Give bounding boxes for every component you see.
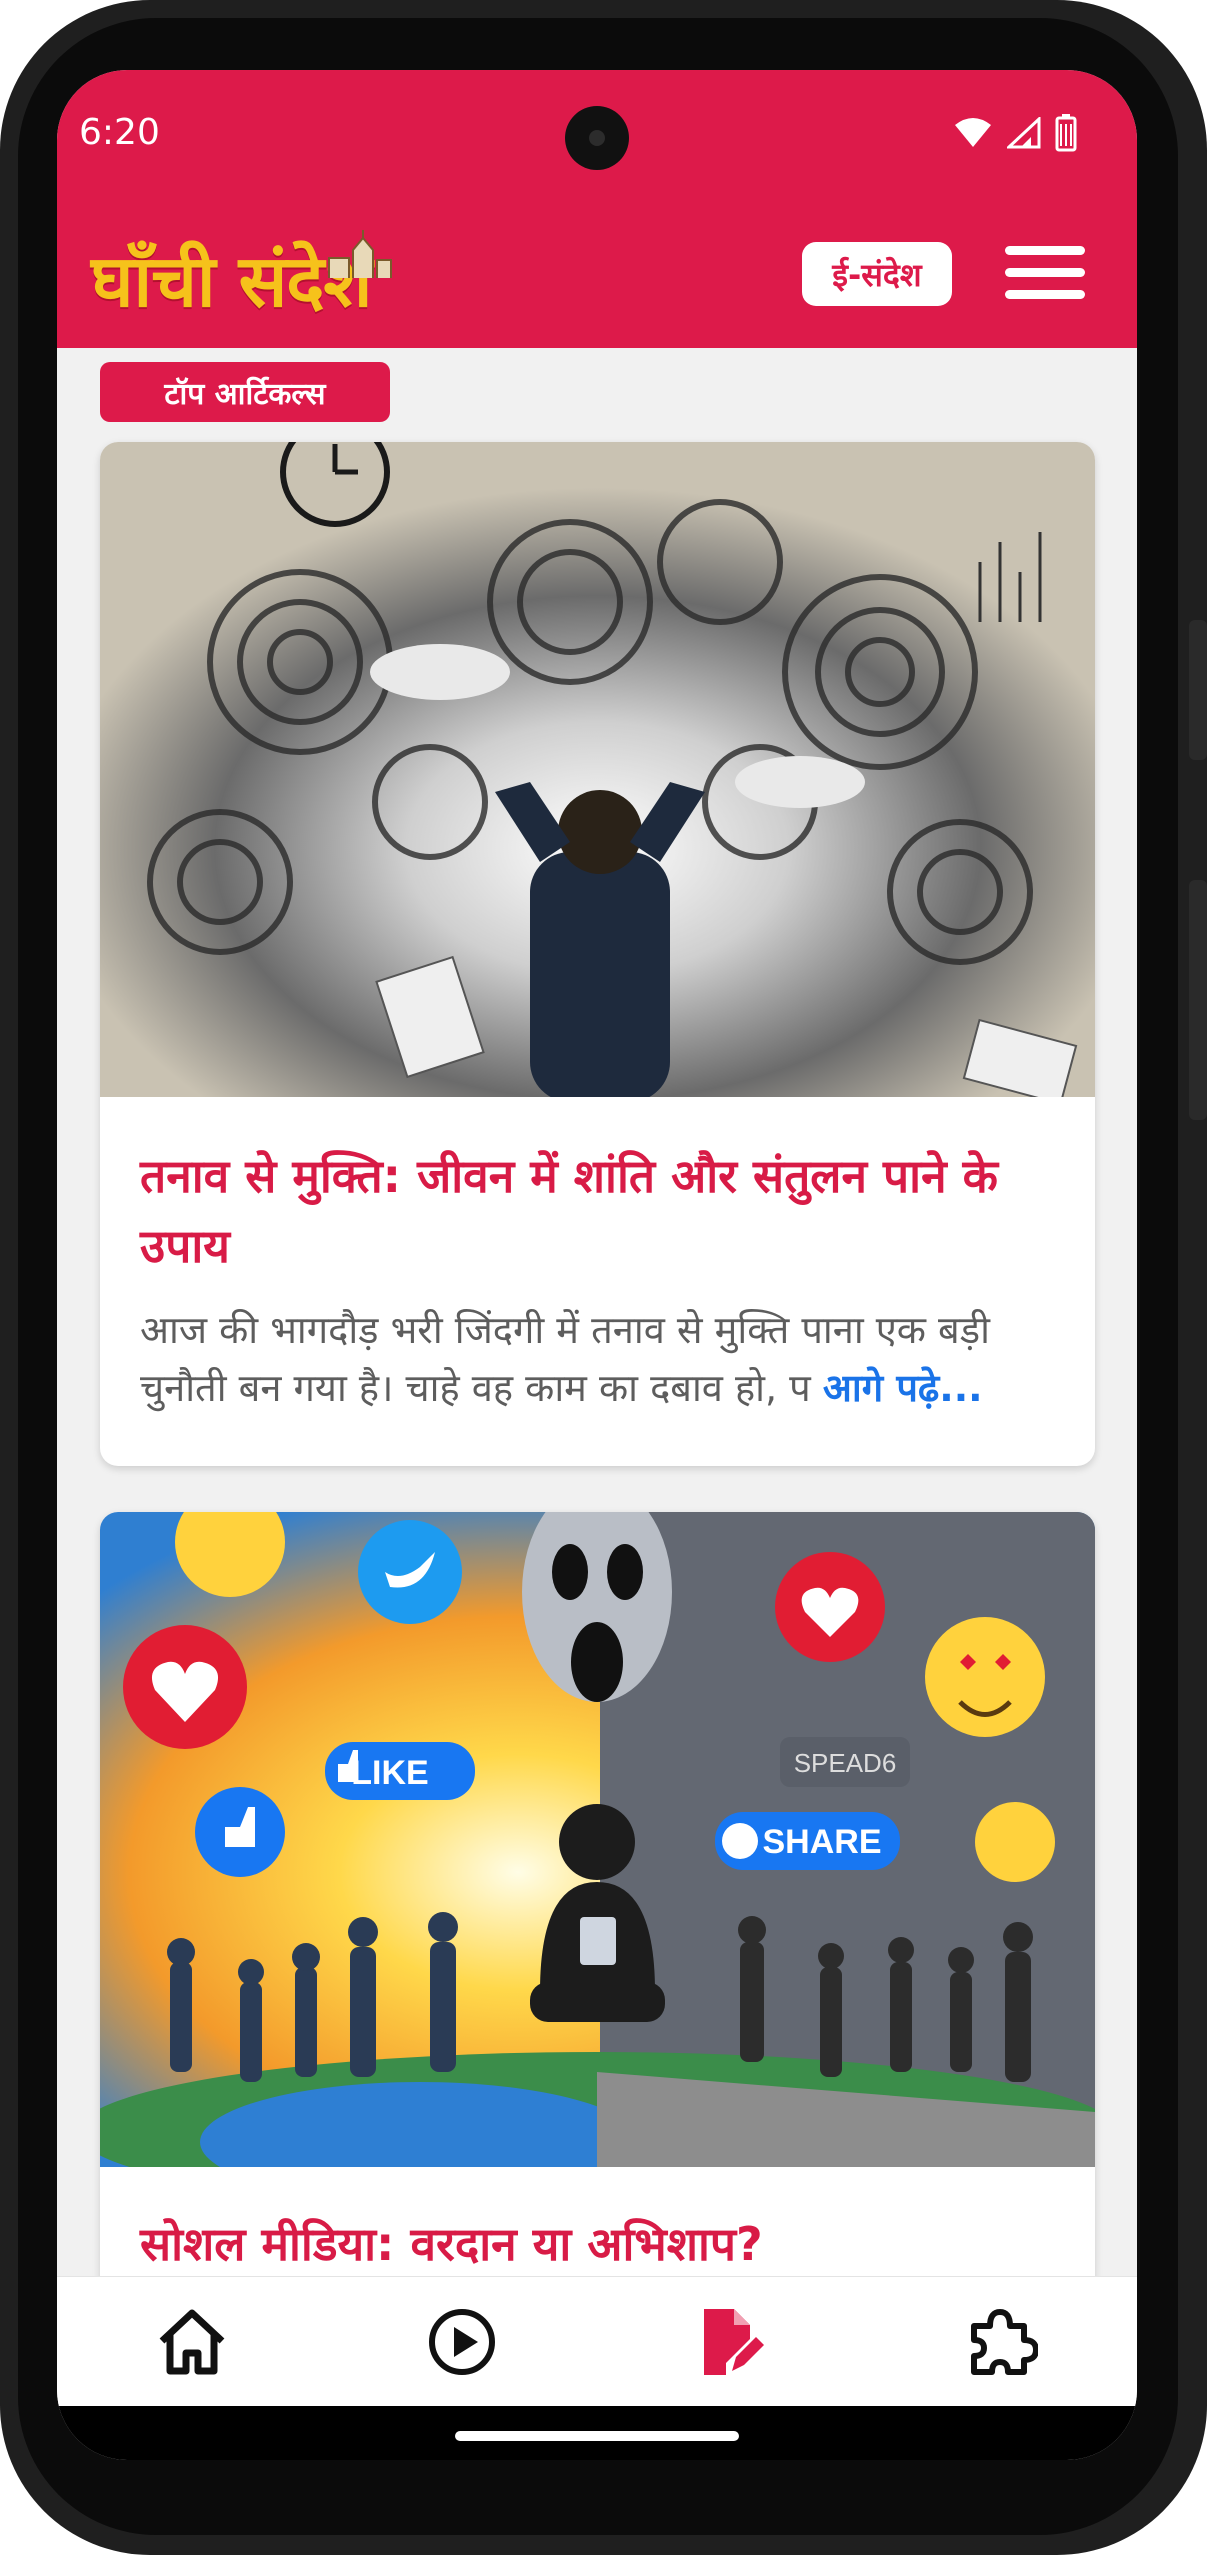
bottom-navigation <box>57 2276 1137 2407</box>
status-icons <box>953 114 1077 152</box>
battery-icon <box>1055 114 1077 152</box>
wifi-icon <box>955 118 991 147</box>
front-camera <box>565 106 629 170</box>
article-image-stress[interactable] <box>100 442 1095 1097</box>
esandesh-button[interactable]: ई-संदेश <box>802 242 952 306</box>
read-more-link[interactable]: आगे पढ़े... <box>823 1366 983 1410</box>
article-card[interactable]: तनाव से मुक्ति: जीवन में शांति और संतुलन… <box>100 442 1095 1466</box>
article-card[interactable]: LIKE SPEAD6 SHARE सोशल मीडिया: वरदान या … <box>100 1512 1095 2332</box>
like-badge-text: LIKE <box>351 1754 428 1792</box>
share-badge-text: SHARE <box>762 1823 881 1861</box>
phone-frame: 6:20 घाँची संदेश ई-संदेश टॉप आर्टिकल्स त… <box>0 0 1207 2555</box>
article-excerpt: आज की भागदौड़ भरी जिंदगी में तनाव से मुक… <box>140 1301 1055 1417</box>
nav-articles[interactable] <box>672 2292 792 2392</box>
power-button <box>1189 880 1207 1120</box>
section-label-top-articles: टॉप आर्टिकल्स <box>100 362 390 422</box>
play-icon <box>429 2309 495 2375</box>
volume-button <box>1189 620 1207 760</box>
nav-extensions[interactable] <box>942 2292 1062 2392</box>
menu-line <box>1005 268 1085 277</box>
menu-line <box>1005 290 1085 299</box>
home-icon <box>159 2309 225 2375</box>
home-gesture-bar[interactable] <box>455 2431 739 2441</box>
article-title[interactable]: तनाव से मुक्ति: जीवन में शांति और संतुलन… <box>140 1141 1055 1281</box>
status-time: 6:20 <box>79 112 160 153</box>
app-screen: 6:20 घाँची संदेश ई-संदेश टॉप आर्टिकल्स त… <box>57 70 1137 2460</box>
logo-temple-icon <box>328 230 392 278</box>
menu-line <box>1005 246 1085 255</box>
nav-videos[interactable] <box>402 2292 522 2392</box>
menu-button[interactable] <box>1005 246 1085 304</box>
cell-signal-icon <box>1007 117 1041 149</box>
app-header: 6:20 घाँची संदेश ई-संदेश <box>57 70 1137 348</box>
article-image-social-media[interactable]: LIKE SPEAD6 SHARE <box>100 1512 1095 2167</box>
edit-note-icon <box>704 2309 764 2375</box>
spread-badge-text: SPEAD6 <box>794 1748 897 1778</box>
nav-home[interactable] <box>132 2292 252 2392</box>
puzzle-icon <box>971 2309 1038 2375</box>
article-title[interactable]: सोशल मीडिया: वरदान या अभिशाप? <box>140 2209 1055 2279</box>
